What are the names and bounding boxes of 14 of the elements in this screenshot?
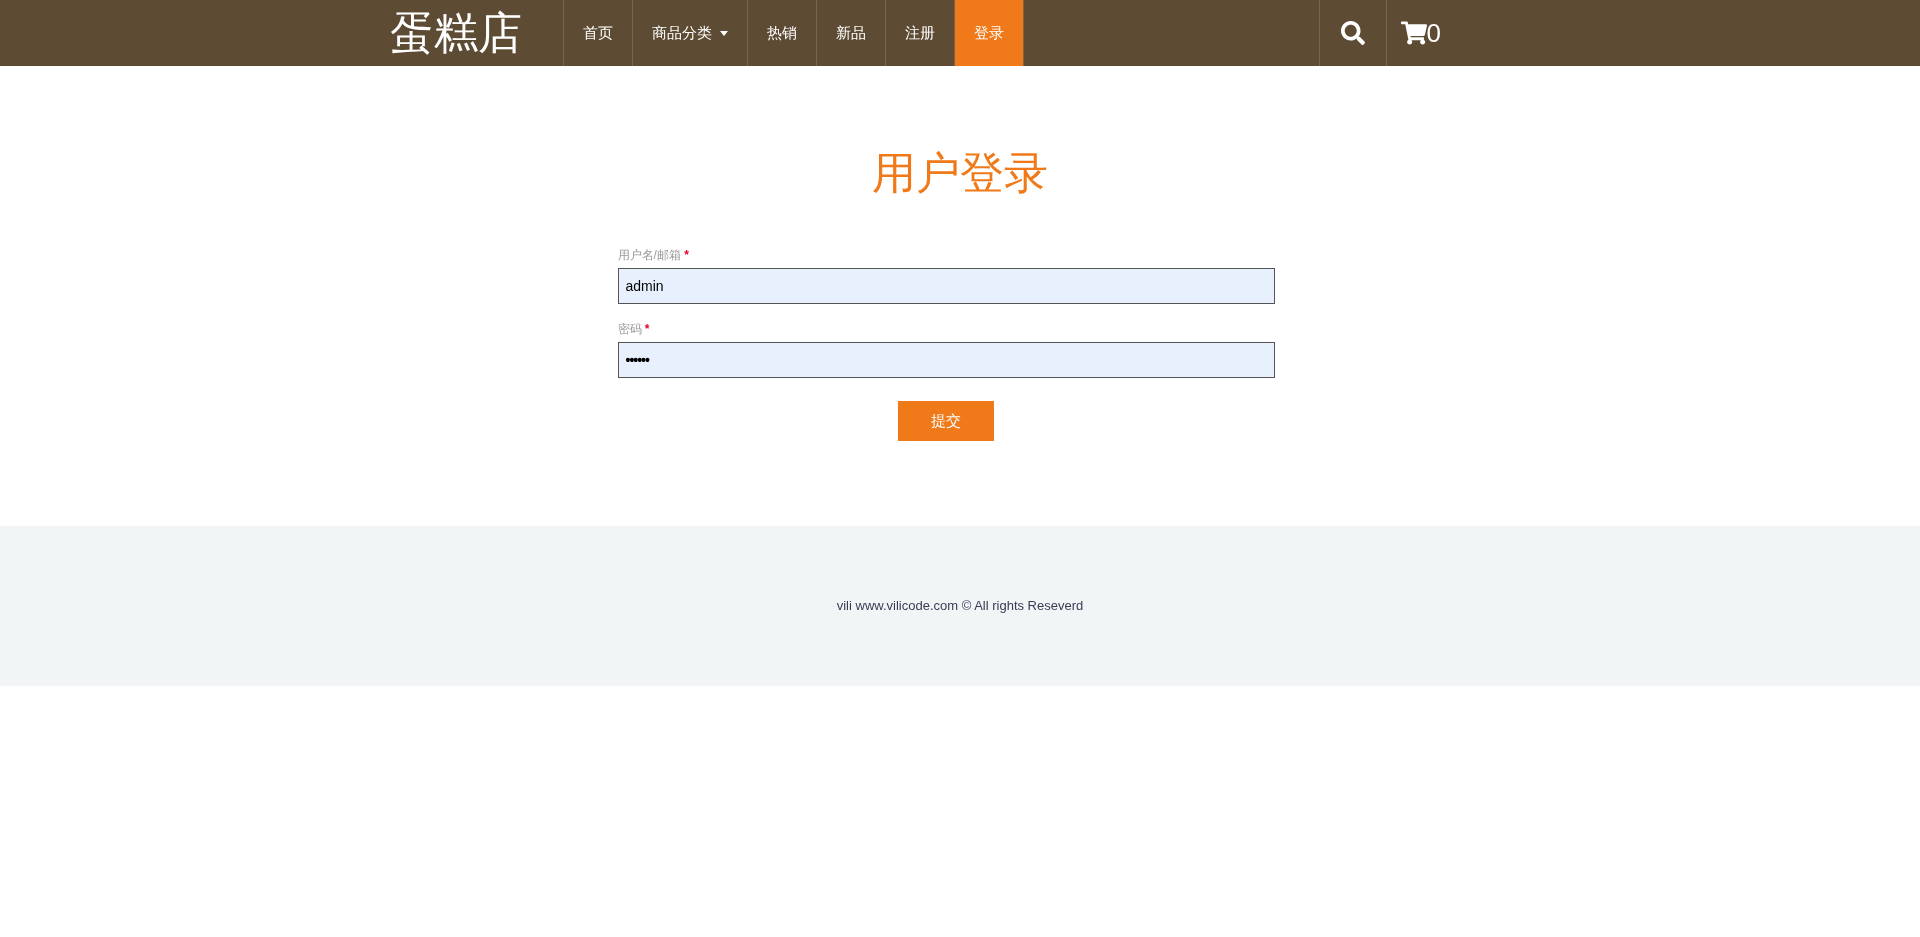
field-label: 用户名/邮箱 *: [617, 247, 690, 263]
password-field[interactable]: ••••••: [617, 342, 1275, 378]
cart-icon: [1400, 21, 1427, 45]
nav-link[interactable]: 首页: [564, 0, 633, 66]
field-label: 密码 *: [617, 321, 651, 337]
cart-button[interactable]: 0: [1386, 0, 1455, 66]
nav-link[interactable]: 热销: [748, 0, 817, 66]
logo[interactable]: 蛋糕店: [375, 0, 563, 66]
username-field[interactable]: admin: [617, 268, 1275, 304]
nav-link[interactable]: 商品分类: [633, 0, 748, 66]
page-title: 用户登录: [872, 149, 1048, 197]
search-icon: [1340, 21, 1365, 45]
copyright-text: vili www.vilicode.com © All rights Reseverd: [836, 597, 1084, 616]
nav-link[interactable]: 新品: [817, 0, 886, 66]
